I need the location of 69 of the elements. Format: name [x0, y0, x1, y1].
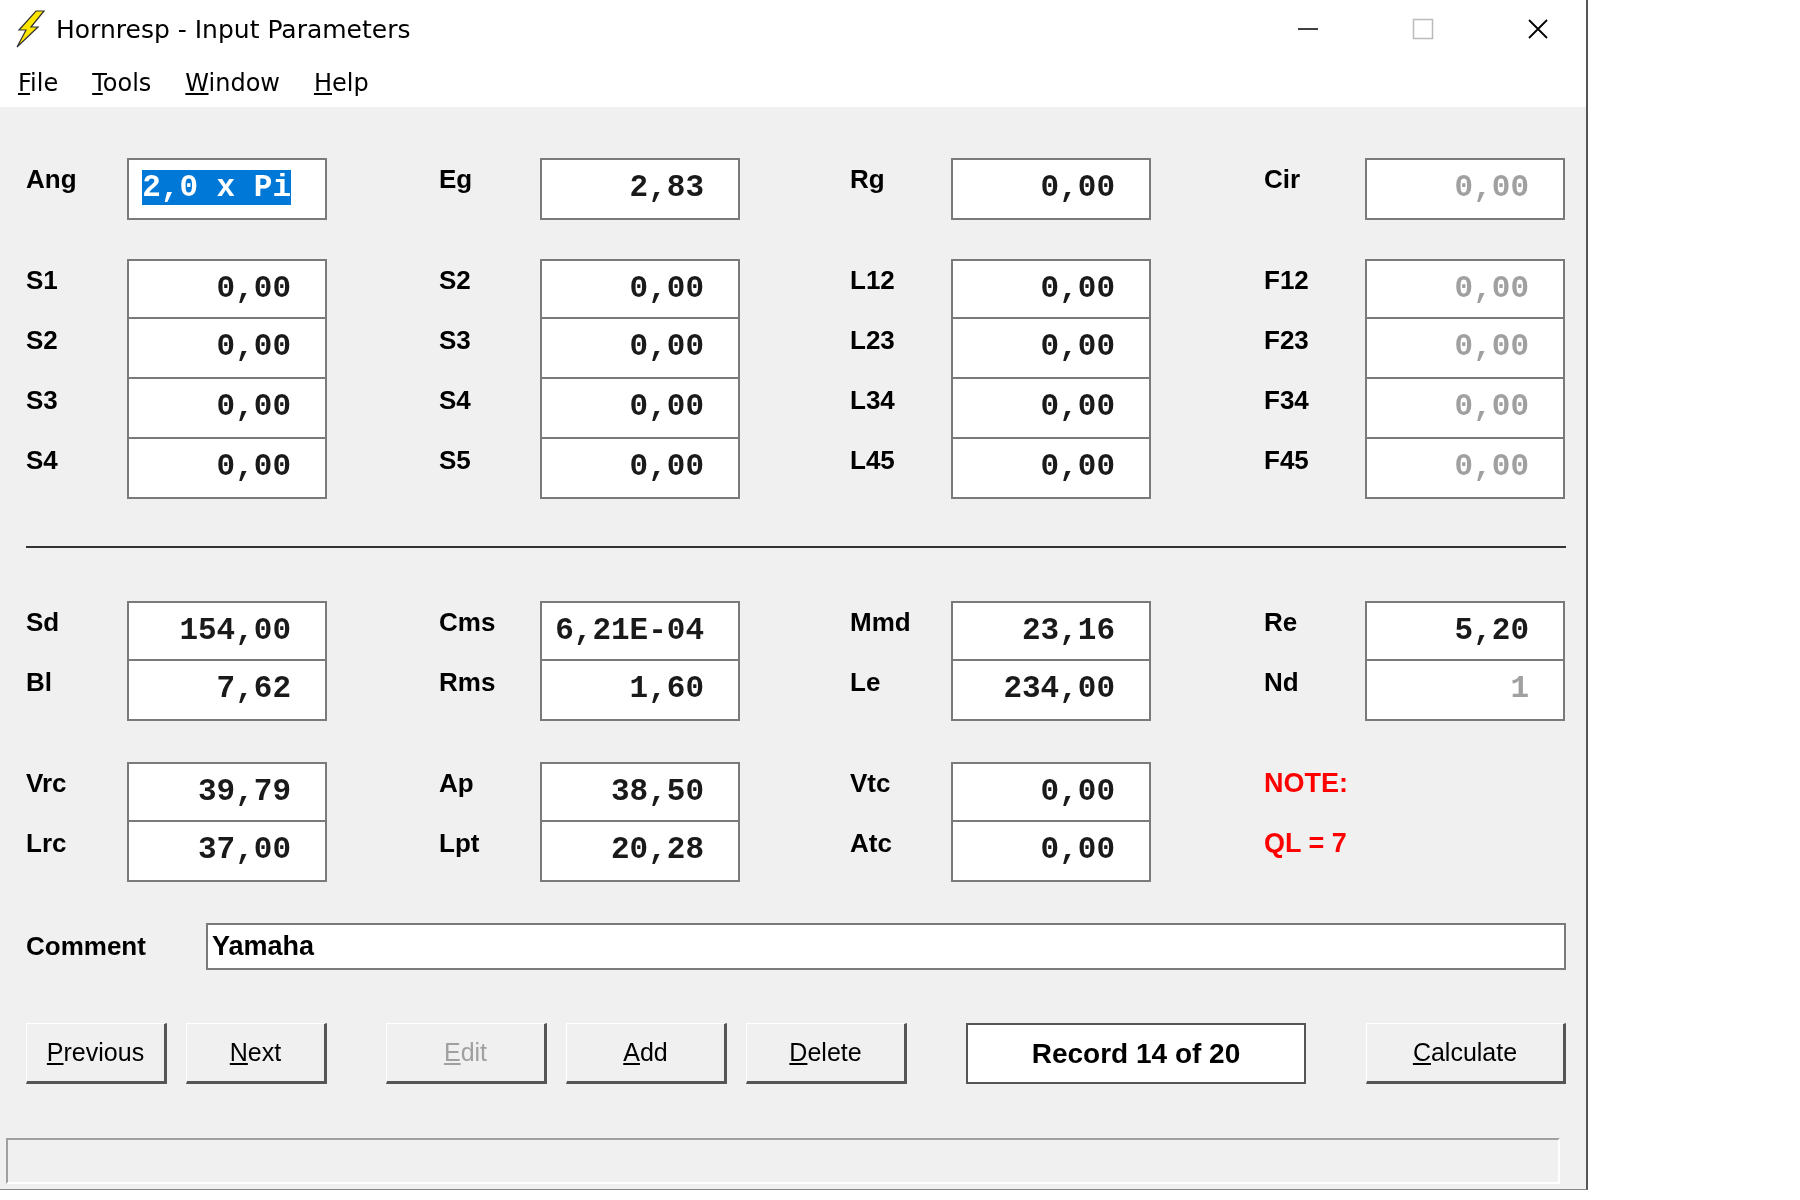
- input-field[interactable]: 0,00: [951, 317, 1151, 379]
- action-button[interactable]: Delete: [746, 1023, 907, 1084]
- note-text: NOTE:: [1264, 767, 1348, 799]
- field-label: Ang: [26, 163, 78, 195]
- field-label: Rms: [439, 666, 497, 698]
- input-field[interactable]: 234,00: [951, 659, 1151, 721]
- input-field[interactable]: 0,00: [540, 317, 740, 379]
- input-field[interactable]: 2,0 x Pi: [127, 158, 327, 220]
- field-label: Atc: [850, 827, 893, 859]
- field-label: S3: [439, 324, 472, 356]
- field-label: S2: [26, 324, 59, 356]
- field-label: Cms: [439, 606, 497, 638]
- field-label: Cir: [1264, 163, 1302, 195]
- field-label: Vtc: [850, 767, 892, 799]
- comment-label: Comment: [26, 931, 147, 962]
- field-label: F34: [1264, 384, 1310, 416]
- window-title: Hornresp - Input Parameters: [56, 14, 411, 44]
- record-counter: Record 14 of 20: [966, 1023, 1306, 1084]
- note-text: QL = 7: [1264, 827, 1347, 859]
- input-field[interactable]: 0,00: [540, 377, 740, 439]
- field-label: S4: [26, 444, 59, 476]
- input-field[interactable]: 0,00: [540, 437, 740, 499]
- field-label: L34: [850, 384, 896, 416]
- field-label: Lrc: [26, 827, 68, 859]
- input-field[interactable]: 7,62: [127, 659, 327, 721]
- field-label: F12: [1264, 264, 1310, 296]
- input-field[interactable]: 0,00: [951, 158, 1151, 220]
- input-field[interactable]: 0,00: [127, 377, 327, 439]
- menu-item[interactable]: Window: [185, 68, 280, 97]
- input-field[interactable]: 0,00: [951, 820, 1151, 882]
- field-label: S3: [26, 384, 59, 416]
- field-label: Eg: [439, 163, 474, 195]
- field-label: Mmd: [850, 606, 912, 638]
- field-label: F23: [1264, 324, 1310, 356]
- action-button[interactable]: Add: [566, 1023, 727, 1084]
- lightning-bolt-icon: [14, 10, 46, 48]
- field-label: Le: [850, 666, 882, 698]
- field-label: Bl: [26, 666, 53, 698]
- field-label: L45: [850, 444, 896, 476]
- menu-item[interactable]: Help: [313, 68, 369, 97]
- field-label: Re: [1264, 606, 1299, 638]
- input-field[interactable]: 1,60: [540, 659, 740, 721]
- input-field[interactable]: 20,28: [540, 820, 740, 882]
- input-field[interactable]: 2,83: [540, 158, 740, 220]
- field-label: S5: [439, 444, 472, 476]
- field-label: S2: [439, 264, 472, 296]
- field-label: Vrc: [26, 767, 68, 799]
- menu-item[interactable]: Tools: [92, 68, 152, 97]
- field-label: F45: [1264, 444, 1310, 476]
- field-label: Rg: [850, 163, 886, 195]
- comment-field[interactable]: Yamaha: [206, 923, 1566, 970]
- field-label: Lpt: [439, 827, 481, 859]
- field-label: L12: [850, 264, 896, 296]
- calculate-button[interactable]: Calculate: [1366, 1023, 1566, 1084]
- field-label: L23: [850, 324, 896, 356]
- field-label: Ap: [439, 767, 475, 799]
- input-field[interactable]: 0,00: [951, 437, 1151, 499]
- input-field[interactable]: 0,00: [127, 437, 327, 499]
- action-button[interactable]: Next: [186, 1023, 327, 1084]
- field-label: Sd: [26, 606, 61, 638]
- action-button[interactable]: Previous: [26, 1023, 167, 1084]
- input-field[interactable]: 0,00: [951, 377, 1151, 439]
- input-field[interactable]: 37,00: [127, 820, 327, 882]
- menu-item[interactable]: File: [18, 68, 59, 97]
- field-label: Nd: [1264, 666, 1300, 698]
- field-label: S1: [26, 264, 59, 296]
- input-field[interactable]: 0,00: [127, 317, 327, 379]
- field-label: S4: [439, 384, 472, 416]
- close-icon[interactable]: [1527, 18, 1549, 40]
